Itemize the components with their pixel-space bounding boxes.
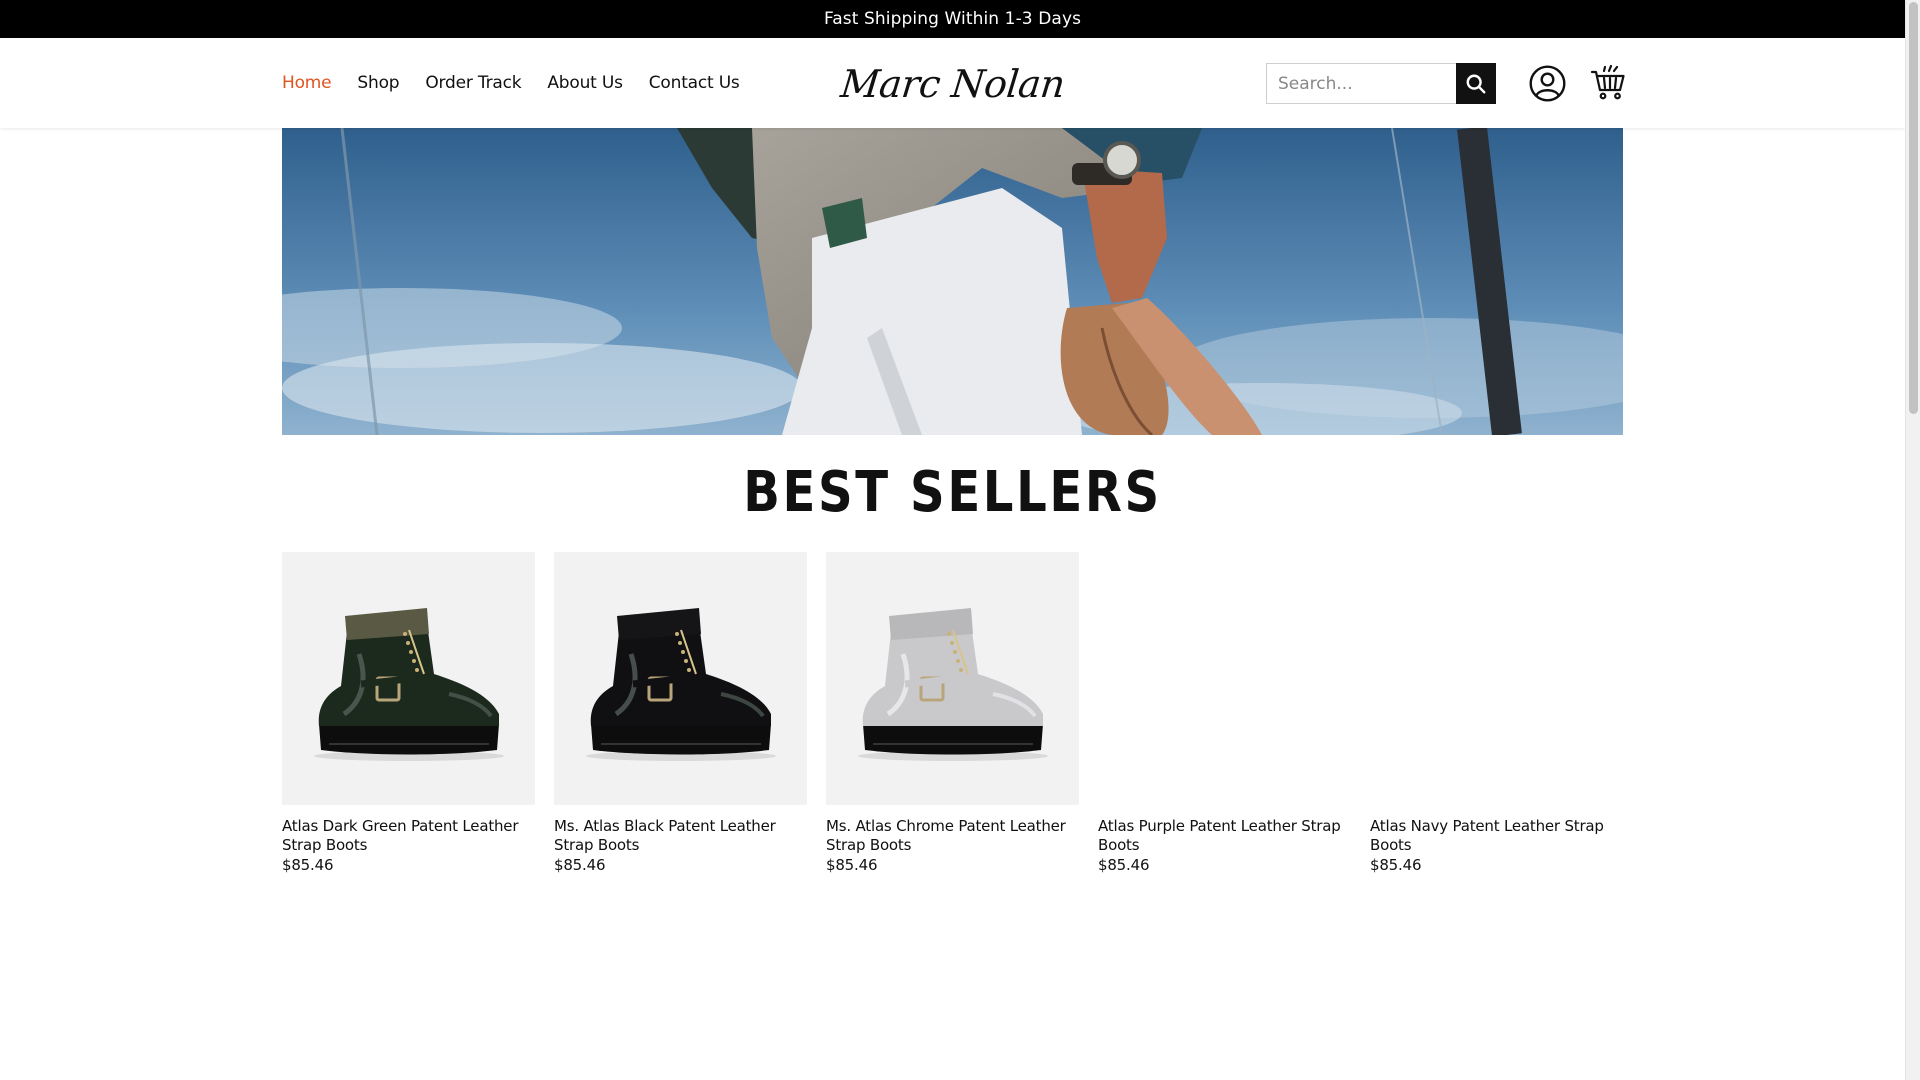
product-image[interactable] xyxy=(826,552,1079,805)
main-nav: Home Shop Order Track About Us Contact U… xyxy=(282,38,740,128)
nav-item-contact-us[interactable]: Contact Us xyxy=(649,73,740,93)
account-button[interactable] xyxy=(1529,65,1566,102)
product-name[interactable]: Ms. Atlas Chrome Patent Leather Strap Bo… xyxy=(826,817,1079,855)
product-price: $85.46 xyxy=(826,856,878,874)
nav-item-about-us[interactable]: About Us xyxy=(547,73,623,93)
brand-logo-text: Marc Nolan xyxy=(838,62,1067,106)
scrollbar-thumb[interactable] xyxy=(1909,2,1918,414)
product-card[interactable]: Atlas Dark Green Patent Leather Strap Bo… xyxy=(282,552,535,875)
announcement-text: Fast Shipping Within 1-3 Days xyxy=(823,9,1082,29)
boot-image xyxy=(585,607,776,761)
nav-item-shop[interactable]: Shop xyxy=(357,73,399,93)
product-image[interactable] xyxy=(554,552,807,805)
search-button[interactable] xyxy=(1456,63,1496,104)
product-price: $85.46 xyxy=(554,856,606,874)
nav-item-home[interactable]: Home xyxy=(282,73,332,93)
product-name[interactable]: Atlas Dark Green Patent Leather Strap Bo… xyxy=(282,817,535,855)
boot-image xyxy=(857,607,1048,761)
search-input[interactable] xyxy=(1266,63,1456,104)
product-image[interactable] xyxy=(282,552,535,805)
hero-banner[interactable] xyxy=(282,128,1623,435)
product-name[interactable]: Ms. Atlas Black Patent Leather Strap Boo… xyxy=(554,817,807,855)
announcement-bar: Fast Shipping Within 1-3 Days xyxy=(0,0,1905,38)
product-price: $85.46 xyxy=(1098,856,1150,874)
product-card[interactable]: Ms. Atlas Black Patent Leather Strap Boo… xyxy=(554,552,807,875)
nav-item-order-track[interactable]: Order Track xyxy=(425,73,521,93)
site-header: Home Shop Order Track About Us Contact U… xyxy=(0,38,1905,128)
search-form xyxy=(1266,63,1496,104)
product-grid: Atlas Dark Green Patent Leather Strap Bo… xyxy=(282,552,1623,875)
user-circle-icon xyxy=(1529,65,1566,102)
boot-image xyxy=(313,607,504,761)
cart-button[interactable] xyxy=(1590,63,1626,101)
page-scrollbar[interactable] xyxy=(1905,0,1920,1080)
brand-logo[interactable]: Marc Nolan xyxy=(838,52,1066,116)
search-icon xyxy=(1466,74,1486,93)
product-name[interactable]: Atlas Navy Patent Leather Strap Boots xyxy=(1370,817,1623,855)
page: Fast Shipping Within 1-3 Days Home Shop … xyxy=(0,0,1905,1080)
product-image-placeholder[interactable] xyxy=(1098,552,1351,805)
product-name[interactable]: Atlas Purple Patent Leather Strap Boots xyxy=(1098,817,1351,855)
best-sellers-title: BEST SELLERS xyxy=(743,460,1162,525)
product-card[interactable]: Atlas Navy Patent Leather Strap Boots $8… xyxy=(1370,552,1623,875)
product-price: $85.46 xyxy=(282,856,334,874)
hero-image xyxy=(282,128,1623,435)
product-card[interactable]: Atlas Purple Patent Leather Strap Boots … xyxy=(1098,552,1351,875)
product-price: $85.46 xyxy=(1370,856,1422,874)
product-image-placeholder[interactable] xyxy=(1370,552,1623,805)
shopping-cart-icon xyxy=(1590,64,1625,100)
product-card[interactable]: Ms. Atlas Chrome Patent Leather Strap Bo… xyxy=(826,552,1079,875)
